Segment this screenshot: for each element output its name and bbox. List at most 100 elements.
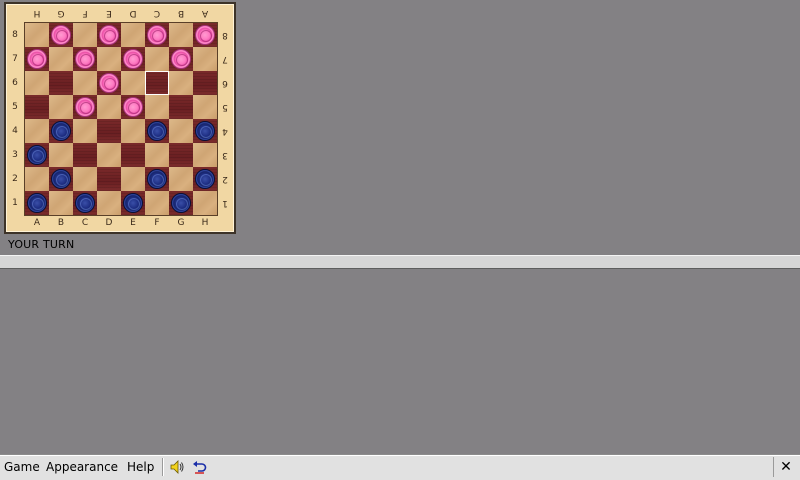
board-square-f5[interactable] (145, 95, 169, 119)
board-square-d1[interactable] (97, 191, 121, 215)
board-square-f7[interactable] (145, 47, 169, 71)
board-square-a5[interactable] (25, 95, 49, 119)
board-square-b1[interactable] (49, 191, 73, 215)
board-square-g5[interactable] (169, 95, 193, 119)
board-square-b6[interactable] (49, 71, 73, 95)
rank-label-right-1: 1 (222, 198, 228, 208)
board-square-f3[interactable] (145, 143, 169, 167)
panel-separator (0, 255, 800, 269)
blue-checker-h4[interactable] (195, 121, 215, 141)
blue-checker-b2[interactable] (51, 169, 71, 189)
file-label-bottom-e: E (130, 218, 136, 228)
board-square-d3[interactable] (97, 143, 121, 167)
file-label-top-h: H (33, 8, 41, 18)
board-square-c2[interactable] (73, 167, 97, 191)
speaker-icon[interactable] (168, 458, 186, 476)
board-square-d5[interactable] (97, 95, 121, 119)
board-square-g8[interactable] (169, 23, 193, 47)
pink-checker-f8[interactable] (147, 25, 167, 45)
rank-label-left-7: 7 (12, 54, 18, 64)
blue-checker-e1[interactable] (123, 193, 143, 213)
menu-appearance[interactable]: Appearance (46, 460, 118, 474)
menu-bar: Game Appearance Help ✕ (0, 454, 800, 480)
menu-game[interactable]: Game (4, 460, 40, 474)
file-label-top-e: E (106, 8, 112, 18)
board-square-c8[interactable] (73, 23, 97, 47)
board-square-a8[interactable] (25, 23, 49, 47)
menu-divider (162, 458, 163, 476)
board-square-h7[interactable] (193, 47, 217, 71)
file-label-top-f: F (82, 8, 88, 18)
board-square-h3[interactable] (193, 143, 217, 167)
rank-label-right-5: 5 (222, 102, 228, 112)
board-square-g6[interactable] (169, 71, 193, 95)
board-square-g4[interactable] (169, 119, 193, 143)
pink-checker-h8[interactable] (195, 25, 215, 45)
pink-checker-b8[interactable] (51, 25, 71, 45)
board-square-b3[interactable] (49, 143, 73, 167)
board-square-c3[interactable] (73, 143, 97, 167)
blue-checker-b4[interactable] (51, 121, 71, 141)
board-square-d2[interactable] (97, 167, 121, 191)
board-square-b5[interactable] (49, 95, 73, 119)
file-label-bottom-h: H (201, 218, 209, 228)
rank-label-right-4: 4 (222, 126, 228, 136)
blue-checker-c1[interactable] (75, 193, 95, 213)
file-label-top-d: D (129, 8, 137, 18)
board-square-g2[interactable] (169, 167, 193, 191)
pink-checker-c5[interactable] (75, 97, 95, 117)
blue-checker-g1[interactable] (171, 193, 191, 213)
blue-checker-a3[interactable] (27, 145, 47, 165)
board-square-h6[interactable] (193, 71, 217, 95)
rank-label-right-8: 8 (222, 30, 228, 40)
file-label-bottom-c: C (81, 218, 89, 228)
file-label-bottom-b: B (57, 218, 65, 228)
board-square-g3[interactable] (169, 143, 193, 167)
board-square-h5[interactable] (193, 95, 217, 119)
board-square-c6[interactable] (73, 71, 97, 95)
close-icon[interactable]: ✕ (773, 457, 798, 477)
board-square-e6[interactable] (121, 71, 145, 95)
file-label-bottom-g: G (177, 218, 185, 228)
file-label-bottom-a: A (33, 218, 41, 228)
board-square-f6[interactable] (145, 71, 169, 95)
board-square-d7[interactable] (97, 47, 121, 71)
rank-label-right-7: 7 (222, 54, 228, 64)
board-square-a6[interactable] (25, 71, 49, 95)
board-square-c4[interactable] (73, 119, 97, 143)
pink-checker-d8[interactable] (99, 25, 119, 45)
rank-label-right-2: 2 (222, 174, 228, 184)
blue-checker-f4[interactable] (147, 121, 167, 141)
blue-checker-a1[interactable] (27, 193, 47, 213)
rank-label-left-3: 3 (12, 150, 18, 160)
board-square-f1[interactable] (145, 191, 169, 215)
blue-checker-f2[interactable] (147, 169, 167, 189)
rank-label-left-6: 6 (12, 78, 18, 88)
undo-icon[interactable] (191, 458, 209, 476)
board-square-e4[interactable] (121, 119, 145, 143)
blue-checker-h2[interactable] (195, 169, 215, 189)
pink-checker-g7[interactable] (171, 49, 191, 69)
rank-label-left-8: 8 (12, 30, 18, 40)
file-label-top-g: G (57, 8, 65, 18)
board-square-h1[interactable] (193, 191, 217, 215)
board-square-e3[interactable] (121, 143, 145, 167)
board-square-b7[interactable] (49, 47, 73, 71)
pink-checker-e7[interactable] (123, 49, 143, 69)
pink-checker-c7[interactable] (75, 49, 95, 69)
file-label-bottom-d: D (105, 218, 113, 228)
board-square-e8[interactable] (121, 23, 145, 47)
rank-label-right-6: 6 (222, 78, 228, 88)
pink-checker-d6[interactable] (99, 73, 119, 93)
menu-help[interactable]: Help (127, 460, 154, 474)
board-square-e2[interactable] (121, 167, 145, 191)
board-square-d4[interactable] (97, 119, 121, 143)
file-label-top-c: C (153, 8, 161, 18)
board-square-a4[interactable] (25, 119, 49, 143)
board-square-a2[interactable] (25, 167, 49, 191)
pink-checker-a7[interactable] (27, 49, 47, 69)
game-board[interactable] (24, 22, 218, 216)
pink-checker-e5[interactable] (123, 97, 143, 117)
file-label-bottom-f: F (154, 218, 160, 228)
rank-label-left-2: 2 (12, 174, 18, 184)
